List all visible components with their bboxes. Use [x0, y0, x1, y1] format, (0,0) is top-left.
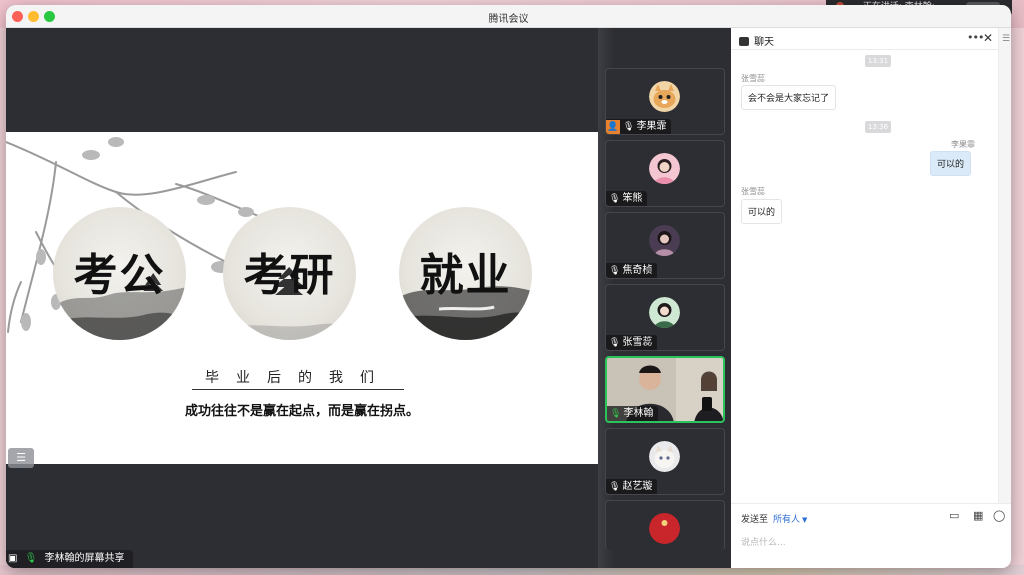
chat-title: 聊天 [739, 33, 774, 48]
chat-input[interactable] [741, 534, 991, 552]
message-bubble[interactable]: 会不会是大家忘记了 [741, 85, 837, 110]
participant-list[interactable]: 👤 🎙 李果霏 🎙 笨熊 🎙 焦奇桢 🎙 张雪蕊 🎙 李林翰 🎙 赵艺璇 [598, 28, 731, 568]
chat-title-text: 聊天 [754, 37, 774, 48]
menu-icon[interactable]: ☰ [1002, 34, 1010, 44]
slide-subtitle: 毕业后的我们 [192, 367, 404, 390]
avatar [649, 81, 680, 112]
screen-share-label: ▣ 🎙 李林翰的屏幕共享 [6, 550, 133, 568]
folder-icon[interactable]: ▭ [949, 509, 959, 522]
message-sender: 张雪蕊 [741, 187, 765, 196]
avatar [649, 513, 680, 544]
participant-name: 张雪蕊 [622, 337, 653, 348]
message-bubble[interactable]: 可以的 [929, 151, 971, 176]
host-icon: 👤 [606, 120, 620, 134]
message-timestamp: 13:31 [865, 55, 891, 67]
circle-jiuye: 就业 [399, 207, 532, 340]
avatar [649, 297, 680, 328]
message-sender: 李果霏 [951, 140, 975, 149]
slide-motto: 成功往往不是赢在起点，而是赢在拐点。 [184, 404, 419, 419]
participant-name-bar: 🎙 张雪蕊 [606, 335, 658, 350]
circle-kaogong: 考公 [53, 207, 186, 340]
close-icon[interactable]: ✕ [983, 31, 993, 45]
avatar [649, 441, 680, 472]
meeting-window: 腾讯会议 考公 考研 就业 毕业后的我们 成功往往不是赢在起点，而是赢在拐点。 … [6, 5, 1011, 568]
participant-tile-speaking[interactable]: 🎙 李林翰 [605, 356, 725, 423]
screenshot-icon[interactable]: ▦ [973, 509, 983, 522]
participant-name: 李林翰 [623, 408, 654, 419]
shared-slide: 考公 考研 就业 毕业后的我们 成功往往不是赢在起点，而是赢在拐点。 [6, 132, 598, 464]
chat-composer: 发送至 所有人 ▼ ▭ ▦ ◯ [731, 503, 1011, 568]
chevron-down-icon: ▼ [802, 516, 808, 524]
chat-icon [739, 37, 749, 46]
circle-kaoyan: 考研 [223, 207, 356, 340]
circle-label: 就业 [419, 249, 512, 301]
participant-name: 李果霏 [636, 121, 667, 132]
participant-name: 赵艺璇 [622, 481, 653, 492]
screen-share-owner: 李林翰的屏幕共享 [44, 553, 125, 564]
mic-muted-icon: 🎙 [609, 266, 621, 276]
send-to-label: 发送至 [741, 515, 769, 525]
title-bar: 腾讯会议 [6, 5, 1011, 28]
message-bubble[interactable]: 可以的 [741, 199, 783, 224]
participant-name: 笨熊 [622, 193, 643, 204]
avatar [649, 225, 680, 256]
screen-share-icon: ▣ [8, 553, 18, 564]
participant-name-bar: 🎙 笨熊 [606, 191, 648, 206]
participant-tile[interactable]: 🎙 张雪蕊 [605, 284, 725, 351]
participant-name-bar: 🎙 李林翰 [607, 406, 659, 421]
participant-name: 焦奇桢 [622, 265, 653, 276]
screen-share-area[interactable]: 考公 考研 就业 毕业后的我们 成功往往不是赢在起点，而是赢在拐点。 ☰ ▣ 🎙… [6, 28, 598, 568]
mic-muted-icon: 🎙 [609, 482, 621, 492]
more-options-icon[interactable]: ••• [967, 31, 984, 44]
mic-muted-icon: 🎙 [609, 338, 621, 348]
send-to-selector[interactable]: 发送至 所有人 ▼ [741, 512, 807, 525]
slide-list-button[interactable]: ☰ [8, 448, 34, 468]
chat-header: 聊天 ••• ✕ [731, 28, 1011, 50]
avatar [649, 153, 680, 184]
participant-name-bar: 👤 🎙 李果霏 [606, 119, 672, 134]
participant-name-bar: 🎙 焦奇桢 [606, 263, 658, 278]
circle-label: 考研 [243, 249, 336, 301]
message-timestamp: 13:36 [865, 121, 891, 133]
window-title: 腾讯会议 [488, 14, 529, 25]
mic-on-icon: 🎙 [610, 409, 622, 419]
send-to-value[interactable]: 所有人 [773, 515, 800, 525]
participant-tile-partial[interactable] [605, 500, 725, 550]
chat-panel: 聊天 ••• ✕ ☰ 13:31 张雪蕊 会不会是大家忘记了 13:36 李果霏… [731, 28, 1011, 568]
mic-muted-icon: 🎙 [623, 122, 635, 132]
participant-tile[interactable]: 🎙 焦奇桢 [605, 212, 725, 279]
user-icon[interactable]: ◯ [993, 509, 1005, 522]
participant-tile[interactable]: 🎙 笨熊 [605, 140, 725, 207]
mic-on-icon: 🎙 [24, 553, 38, 564]
message-sender: 张雪蕊 [741, 74, 765, 83]
circle-label: 考公 [73, 249, 166, 301]
chat-side-rail: ☰ [998, 28, 1011, 503]
participant-tile[interactable]: 🎙 赵艺璇 [605, 428, 725, 495]
mic-muted-icon: 🎙 [609, 194, 621, 204]
participant-name-bar: 🎙 赵艺璇 [606, 479, 658, 494]
participant-tile[interactable]: 👤 🎙 李果霏 [605, 68, 725, 135]
